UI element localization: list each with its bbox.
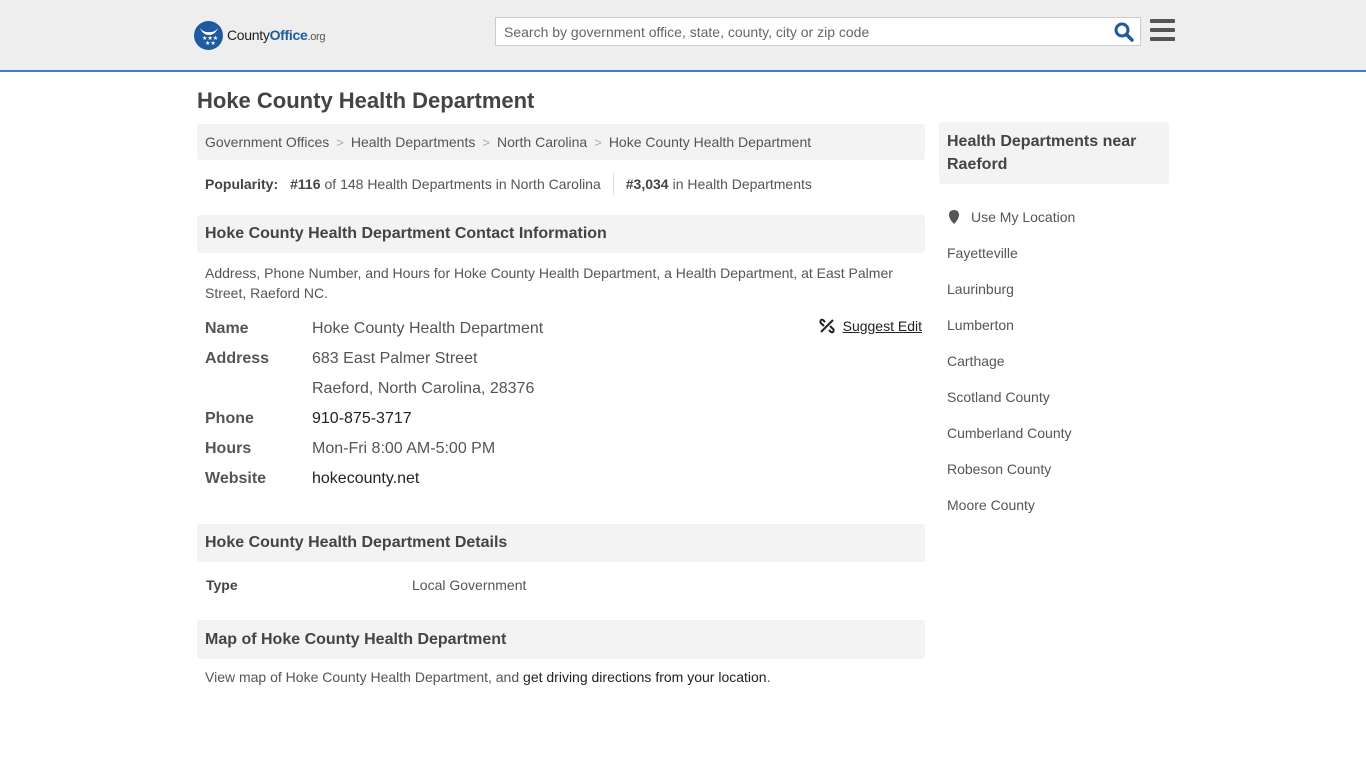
nearby-link-laurinburg[interactable]: Laurinburg	[947, 281, 1014, 297]
breadcrumb-government-offices[interactable]: Government Offices	[205, 134, 329, 150]
nearby-link-cumberland-county[interactable]: Cumberland County	[947, 425, 1072, 441]
popularity: Popularity: #116 of 148 Health Departmen…	[205, 173, 812, 195]
hours-value: Mon-Fri 8:00 AM-5:00 PM	[312, 440, 496, 457]
nearby-link-robeson-county[interactable]: Robeson County	[947, 461, 1051, 477]
nearby-link-fayetteville[interactable]: Fayetteville	[947, 245, 1018, 261]
address-line1: 683 East Palmer Street	[312, 350, 478, 367]
driving-directions-link[interactable]: get driving directions from your locatio…	[523, 669, 767, 685]
address-line2: Raeford, North Carolina, 28376	[312, 380, 535, 397]
nearby-item: Carthage	[947, 343, 1075, 379]
contact-section-title: Hoke County Health Department Contact In…	[197, 215, 925, 253]
breadcrumb-current: Hoke County Health Department	[608, 134, 812, 150]
map-pin-icon	[949, 210, 959, 224]
nearby-item: Moore County	[947, 487, 1075, 523]
details-section-title: Hoke County Health Department Details	[197, 524, 925, 562]
website-link[interactable]: hokecounty.net	[312, 470, 419, 487]
breadcrumb-separator: >	[482, 134, 490, 150]
map-section-title: Map of Hoke County Health Department	[197, 620, 925, 659]
suggest-edit-label: Suggest Edit	[842, 318, 922, 334]
nearby-link-lumberton[interactable]: Lumberton	[947, 317, 1014, 333]
popularity-label: Popularity:	[205, 176, 279, 192]
hours-label: Hours	[205, 440, 252, 457]
nearby-item: Robeson County	[947, 451, 1075, 487]
use-my-location[interactable]: Use My Location	[947, 199, 1075, 235]
phone-link[interactable]: 910-875-3717	[312, 410, 412, 427]
website-row: Website hokecounty.net	[205, 464, 925, 494]
nearby-list: Use My Location Fayetteville Laurinburg …	[947, 199, 1075, 523]
suggest-edit-button[interactable]: Suggest Edit	[819, 318, 922, 334]
search-input[interactable]	[496, 18, 1106, 45]
map-description: View map of Hoke County Health Departmen…	[205, 669, 771, 685]
address-row-2: Raeford, North Carolina, 28376	[205, 374, 925, 404]
nearby-link-scotland-county[interactable]: Scotland County	[947, 389, 1050, 405]
svg-text:★★: ★★	[205, 40, 216, 45]
breadcrumb-separator: >	[336, 134, 344, 150]
eagle-stars-logo-icon: ★★★ ★★	[194, 20, 223, 50]
divider	[612, 173, 614, 195]
search-bar	[495, 17, 1141, 46]
top-header: ★★★ ★★ CountyOffice.org	[0, 0, 1366, 72]
phone-row: Phone 910-875-3717	[205, 404, 925, 434]
nearby-item: Lumberton	[947, 307, 1075, 343]
logo-text: CountyOffice.org	[227, 27, 326, 43]
nearby-item: Fayetteville	[947, 235, 1075, 271]
breadcrumb: Government Offices > Health Departments …	[197, 124, 925, 160]
type-value: Local Government	[412, 577, 527, 593]
search-icon[interactable]	[1114, 22, 1134, 42]
national-rank-text: in Health Departments	[672, 176, 812, 192]
page-title: Hoke County Health Department	[197, 88, 535, 113]
website-label: Website	[205, 470, 267, 487]
phone-label: Phone	[205, 410, 254, 427]
contact-info: Suggest Edit Name Hoke County Health Dep…	[205, 314, 925, 494]
nearby-item: Laurinburg	[947, 271, 1075, 307]
broken-link-icon	[819, 318, 835, 334]
state-rank: #116	[290, 176, 321, 192]
national-rank: #3,034	[625, 176, 669, 192]
sidebar-title: Health Departments near Raeford	[939, 122, 1169, 184]
nearby-item: Cumberland County	[947, 415, 1075, 451]
breadcrumb-north-carolina[interactable]: North Carolina	[497, 134, 587, 150]
details-type-row: Type Local Government	[206, 577, 526, 593]
nearby-link-carthage[interactable]: Carthage	[947, 353, 1005, 369]
name-row: Name Hoke County Health Department	[205, 314, 925, 344]
state-rank-text: of 148 Health Departments in North Carol…	[324, 176, 601, 192]
breadcrumb-separator: >	[594, 134, 602, 150]
breadcrumb-health-departments[interactable]: Health Departments	[351, 134, 476, 150]
nearby-link-moore-county[interactable]: Moore County	[947, 497, 1035, 513]
site-logo[interactable]: ★★★ ★★ CountyOffice.org	[194, 20, 326, 50]
nearby-item: Scotland County	[947, 379, 1075, 415]
contact-description: Address, Phone Number, and Hours for Hok…	[205, 265, 893, 301]
use-my-location-link[interactable]: Use My Location	[971, 209, 1075, 225]
hours-row: Hours Mon-Fri 8:00 AM-5:00 PM	[205, 434, 925, 464]
name-value: Hoke County Health Department	[312, 320, 544, 337]
type-label: Type	[206, 577, 238, 593]
address-label: Address	[205, 350, 270, 367]
name-label: Name	[205, 320, 249, 337]
hamburger-menu-icon[interactable]	[1150, 19, 1175, 41]
address-row: Address 683 East Palmer Street	[205, 344, 925, 374]
